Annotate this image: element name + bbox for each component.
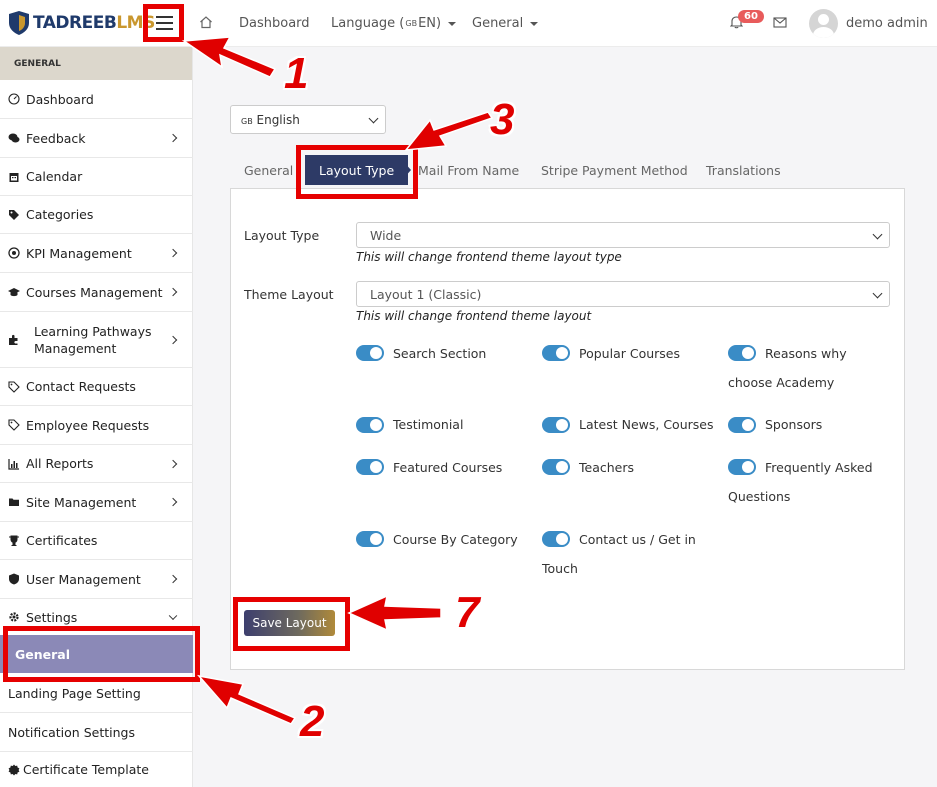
toggle-label: Testimonial [393,417,464,432]
sidebar-item-dashboard[interactable]: Dashboard [0,80,193,119]
toggle-label: Latest News, Courses [579,417,714,432]
bar-chart-icon [8,458,19,470]
sidebar-item-certificates[interactable]: Certificates [0,522,193,560]
toggle-label: Frequently Asked Questions [728,460,873,504]
toggle-label: Reasons why choose Academy [728,346,847,390]
graduation-cap-icon [8,288,20,297]
sidebar-subitem-notification-settings[interactable]: Notification Settings [0,713,193,752]
toggle-search-section[interactable] [356,345,384,361]
avatar[interactable] [809,9,838,38]
toggle-label: Course By Category [393,532,518,547]
toggle-teachers[interactable] [542,459,570,475]
tab-translations[interactable]: Translations [706,155,781,185]
annotation-arrow-icon [181,36,277,78]
mail-icon[interactable] [773,17,787,28]
puzzle-icon [9,334,18,345]
toggle-label: Contact us / Get in Touch [542,532,696,576]
annotation-arrow-icon [197,674,297,725]
gauge-icon [8,93,20,105]
sidebar-item-categories[interactable]: Categories [0,196,193,234]
bullseye-icon [8,247,20,259]
chevron-right-icon [168,459,178,468]
nav-general-dropdown[interactable]: General [472,0,539,47]
sidebar-item-site-management[interactable]: Site Management [0,483,193,522]
sidebar-item-user-management[interactable]: User Management [0,560,193,599]
chevron-right-icon [168,574,178,584]
toggle-label: Featured Courses [393,460,503,475]
toggle-sponsors[interactable] [728,417,756,433]
toggle-label: Popular Courses [579,346,680,361]
sidebar-item-feedback[interactable]: Feedback [0,119,193,158]
sidebar-item-learning-pathways[interactable]: Learning Pathways Management [0,312,193,368]
theme-layout-label: Theme Layout [244,287,334,302]
annotation-number-2: 2 [300,697,325,746]
caret-down-icon [448,21,457,26]
nav-language-dropdown[interactable]: Language (GB EN) [331,0,457,47]
annotation-number-3: 3 [490,95,515,144]
chevron-right-icon [168,133,178,143]
toggle-latest-news[interactable] [542,417,570,433]
layout-type-help: This will change frontend theme layout t… [356,250,622,264]
tab-general[interactable]: General [244,155,293,185]
logo-text: TADREEBLMS [33,13,155,33]
shield-icon [9,573,19,585]
tag-icon [8,380,20,393]
chevron-right-icon [168,335,178,344]
annotation-number-1: 1 [284,49,309,98]
chevron-right-icon [168,497,178,507]
trophy-icon [9,535,19,546]
certificate-icon [8,764,20,775]
theme-layout-select[interactable]: Layout 1 (Classic) [356,281,890,307]
theme-layout-help: This will change frontend theme layout [356,309,592,323]
annotation-arrow-icon [404,111,494,151]
highlight-box-menu [143,4,184,42]
sidebar-item-courses-management[interactable]: Courses Management [0,273,193,312]
sidebar-item-calendar[interactable]: Calendar [0,158,193,196]
tags-icon [9,209,19,220]
highlight-box-general [3,626,200,682]
chevron-right-icon [168,248,178,258]
toggle-popular-courses[interactable] [542,345,570,361]
folder-icon [9,498,19,506]
chevron-right-icon [168,287,178,297]
gear-icon [9,612,19,622]
tab-stripe-payment-method[interactable]: Stripe Payment Method [541,155,688,185]
layout-type-select[interactable]: Wide [356,222,890,248]
toggle-label: Search Section [393,346,487,361]
sidebar-item-all-reports[interactable]: All Reports [0,445,193,483]
user-name[interactable]: demo admin [846,0,928,47]
highlight-box-save [233,597,350,651]
sidebar-item-certificate-template[interactable]: Certificate Template [0,752,193,787]
sidebar-section-title: GENERAL [0,47,192,80]
annotation-arrow-icon [347,594,442,632]
layout-type-label: Layout Type [244,228,320,243]
toggle-label: Sponsors [765,417,823,432]
notification-count-badge: 60 [738,10,764,23]
chevron-down-icon [368,113,379,124]
tag-icon [8,419,20,431]
caret-down-icon [530,21,539,26]
sidebar-item-contact-requests[interactable]: Contact Requests [0,368,193,406]
annotation-number-7: 7 [455,588,480,637]
top-bar: TADREEBLMS Dashboard Language (GB EN) Ge… [0,0,937,47]
chevron-down-icon [168,611,178,621]
language-select[interactable]: GB English [230,105,386,134]
toggle-testimonial[interactable] [356,417,384,433]
comments-icon [8,133,20,143]
sidebar-item-kpi-management[interactable]: KPI Management [0,234,193,273]
toggle-label: Teachers [579,460,634,475]
calendar-icon [9,172,19,182]
logo[interactable]: TADREEBLMS [8,9,155,37]
chevron-down-icon [872,229,883,240]
shield-logo-icon [9,11,29,35]
toggle-course-by-category[interactable] [356,531,384,547]
toggle-featured-courses[interactable] [356,459,384,475]
sidebar-item-employee-requests[interactable]: Employee Requests [0,406,193,445]
chevron-down-icon [872,288,883,299]
